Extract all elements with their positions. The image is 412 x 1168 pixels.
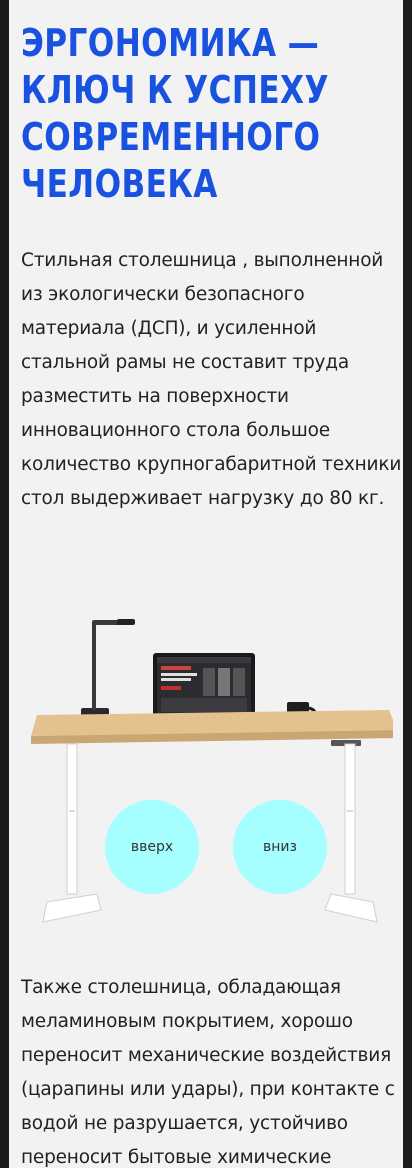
page-title: ЭРГОНОМИКА — КЛЮЧ К УСПЕХУ СОВРЕМЕННОГО … bbox=[21, 20, 329, 208]
lower-desk-button[interactable]: вниз bbox=[233, 800, 327, 894]
title-line: ЭРГОНОМИКА — bbox=[21, 21, 320, 65]
paragraph-line: переносит механические воздействия bbox=[21, 1045, 392, 1066]
page-content: ЭРГОНОМИКА — КЛЮЧ К УСПЕХУ СОВРЕМЕННОГО … bbox=[9, 0, 403, 1168]
paragraph-line: количество крупногабаритной техники: bbox=[21, 454, 403, 475]
paragraph-line: стол выдерживает нагрузку до 80 кг. bbox=[21, 488, 385, 509]
paragraph-line: материала (ДСП), и усиленной bbox=[21, 318, 317, 339]
paragraph-line: меламиновым покрытием, хорошо bbox=[21, 1011, 353, 1032]
title-line: ЧЕЛОВЕКА bbox=[21, 162, 218, 206]
raise-desk-button[interactable]: вверх bbox=[105, 800, 199, 894]
title-line: СОВРЕМЕННОГО bbox=[21, 115, 321, 159]
paragraph-line: водой не разрушается, устойчиво bbox=[21, 1113, 348, 1134]
description-paragraph: Также столешница, обладающая меламиновым… bbox=[21, 971, 395, 1168]
desk-frame bbox=[42, 743, 378, 923]
paragraph-line: (царапины или удары), при контакте с bbox=[21, 1079, 395, 1100]
description-paragraph: Стильная столешница , выполненной из эко… bbox=[21, 244, 403, 516]
title-line: КЛЮЧ К УСПЕХУ bbox=[21, 68, 329, 112]
paragraph-line: переносит бытовые химические bbox=[21, 1147, 332, 1168]
paragraph-line: Также столешница, обладающая bbox=[21, 977, 341, 998]
tabletop bbox=[31, 710, 393, 744]
paragraph-line: Стильная столешница , выполненной bbox=[21, 250, 384, 271]
desk-lamp bbox=[81, 619, 135, 716]
paragraph-line: инновационного стола большое bbox=[21, 420, 330, 441]
paragraph-line: разместить на поверхности bbox=[21, 386, 289, 407]
standing-desk-image bbox=[31, 619, 393, 923]
paragraph-line: стальной рамы не составит труда bbox=[21, 352, 349, 373]
desk-illustration: вверх вниз bbox=[19, 610, 393, 940]
paragraph-line: из экологически безопасного bbox=[21, 284, 305, 305]
